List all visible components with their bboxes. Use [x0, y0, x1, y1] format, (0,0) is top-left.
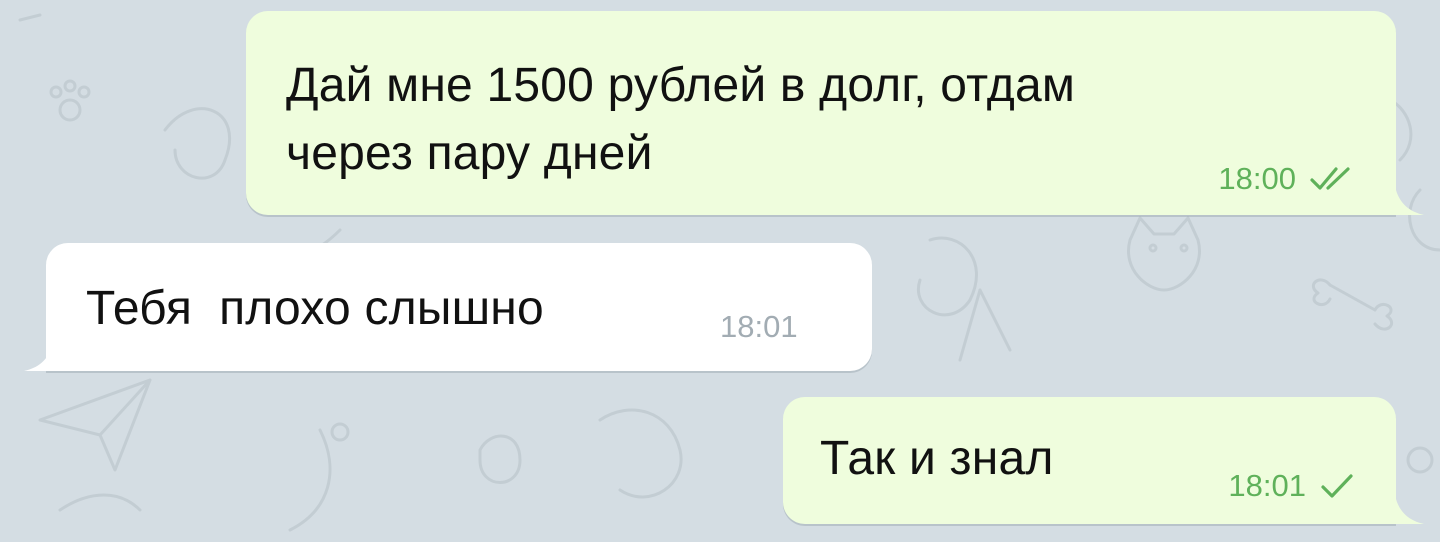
- message-text: через пару дней: [286, 127, 653, 180]
- message-meta: 18:01: [1228, 468, 1354, 504]
- double-check-icon: [1310, 165, 1354, 193]
- message-time: 18:01: [1228, 468, 1306, 503]
- message-meta: 18:01: [720, 309, 798, 345]
- incoming-message-bubble[interactable]: Тебя плохо слышно 18:01: [46, 243, 872, 371]
- message-time: 18:00: [1218, 161, 1296, 196]
- outgoing-message-bubble[interactable]: Так и знал 18:01: [783, 397, 1396, 524]
- message-text: Дай мне 1500 рублей в долг, отдам: [286, 59, 1076, 112]
- outgoing-bubble-tail: [1396, 499, 1428, 525]
- message-time: 18:01: [720, 309, 798, 344]
- message-text: Тебя плохо слышно: [86, 282, 544, 335]
- single-check-icon: [1320, 472, 1354, 500]
- message-meta: 18:00: [1218, 161, 1354, 197]
- outgoing-message-bubble[interactable]: Дай мне 1500 рублей в долг, отдам через …: [246, 11, 1396, 215]
- message-text: Так и знал: [820, 432, 1054, 485]
- outgoing-bubble-tail: [1396, 190, 1428, 216]
